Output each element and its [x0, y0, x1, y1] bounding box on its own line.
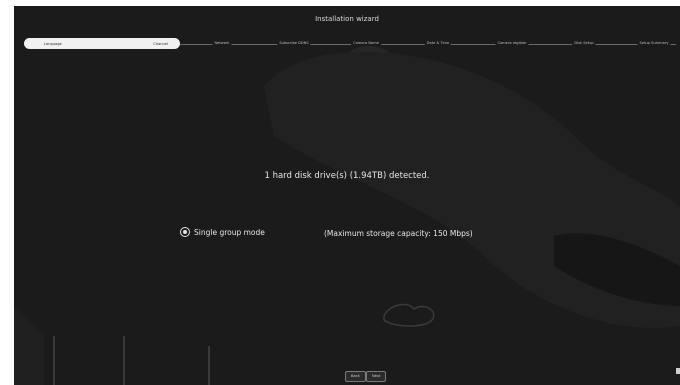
wizard-window: Installation wizard Language Channel Net… — [14, 6, 680, 385]
back-button[interactable]: Back — [345, 371, 366, 382]
step-setup-summary: Setup Summary — [637, 41, 671, 45]
next-button[interactable]: Next — [366, 371, 387, 382]
step-channel: Channel — [153, 41, 168, 46]
step-date-time: Date & Time — [424, 41, 452, 45]
single-group-mode-label: Single group mode — [194, 227, 265, 237]
wizard-steps: Language Channel Network Subscribe DDNS … — [24, 37, 676, 51]
edge-scroll-handle[interactable] — [676, 368, 680, 374]
step-disk-setup: Disk Setup — [572, 41, 596, 45]
wizard-title: Installation wizard — [315, 15, 379, 23]
step-language: Language — [44, 41, 62, 46]
step-camera-register: Camera register — [495, 41, 529, 45]
step-camera-name: Camera Name — [351, 41, 381, 45]
disk-detected-text: 1 hard disk drive(s) (1.94TB) detected. — [264, 171, 430, 181]
background-artwork — [14, 46, 680, 385]
step-network: Network — [212, 41, 232, 45]
single-group-mode-radio[interactable] — [180, 227, 190, 237]
radio-selected-dot — [183, 230, 187, 234]
step-subscribe-ddns: Subscribe DDNS — [277, 41, 311, 45]
single-group-mode-option[interactable]: Single group mode — [180, 227, 265, 237]
step-active-group: Language Channel — [24, 38, 180, 49]
storage-capacity-text: (Maximum storage capacity: 150 Mbps) — [324, 229, 473, 238]
